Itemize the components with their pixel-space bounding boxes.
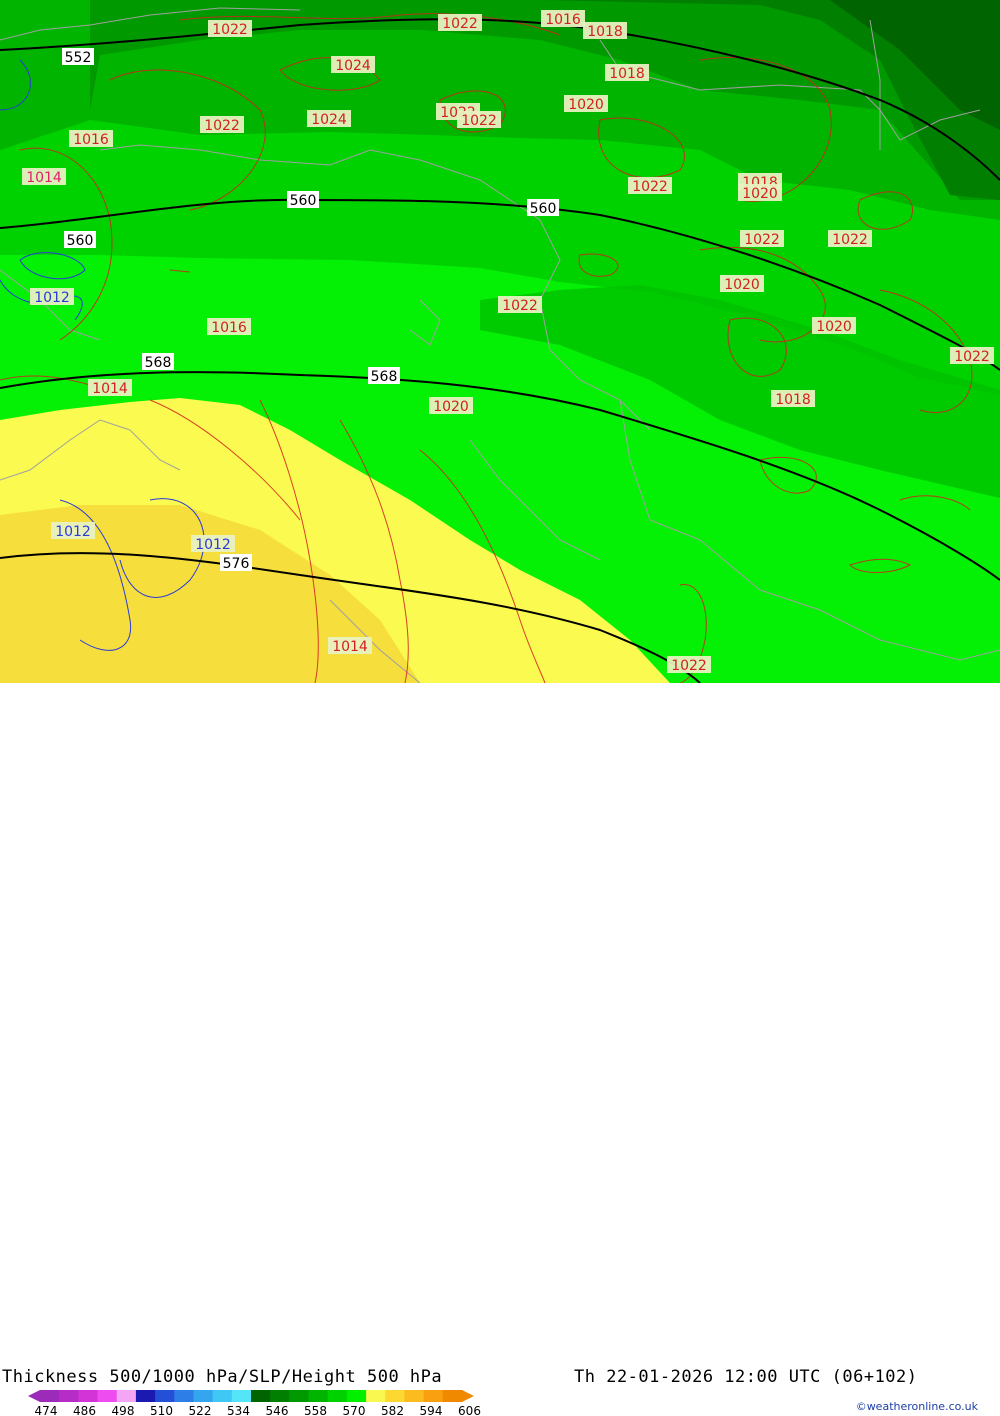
- scale-tick-label: 558: [304, 1404, 327, 1416]
- pressure-label: 1020: [724, 277, 760, 293]
- pressure-label: 1022: [502, 298, 538, 314]
- pressure-label: 1022: [671, 658, 707, 674]
- height-label: 560: [290, 193, 317, 209]
- scale-swatch: [289, 1390, 310, 1402]
- scale-tick-label: 594: [420, 1404, 443, 1416]
- pressure-label: 1018: [587, 24, 623, 40]
- pressure-label: 1014: [332, 639, 368, 655]
- pressure-label: 1020: [816, 319, 852, 335]
- credit-text: ©weatheronline.co.uk: [855, 1400, 978, 1413]
- pressure-label: 1020: [742, 186, 778, 202]
- pressure-label: 1016: [73, 132, 109, 148]
- pressure-label: 1018: [775, 392, 811, 408]
- pressure-label: 1022: [632, 179, 668, 195]
- scale-swatch: [308, 1390, 329, 1402]
- scale-swatch: [270, 1390, 290, 1402]
- pressure-label: 1022: [744, 232, 780, 248]
- scale-tick-label: 522: [189, 1404, 212, 1416]
- pressure-label: 1014: [26, 170, 62, 186]
- scale-swatch: [442, 1390, 463, 1402]
- height-label: 568: [371, 369, 398, 385]
- scale-tick-label: 474: [35, 1404, 58, 1416]
- scale-tick-label: 582: [381, 1404, 404, 1416]
- scale-swatch: [78, 1390, 99, 1402]
- scale-tick-label: 606: [458, 1404, 481, 1416]
- pressure-label: 1012: [34, 290, 70, 306]
- scale-tick-label: 486: [73, 1404, 96, 1416]
- map-footer: Thickness 500/1000 hPa/SLP/Height 500 hP…: [0, 683, 1000, 1416]
- pressure-label: 1022: [954, 349, 990, 365]
- pressure-label: 1022: [832, 232, 868, 248]
- pressure-label: 1020: [433, 399, 469, 415]
- pressure-label: 1012: [195, 537, 231, 553]
- scale-swatch: [116, 1390, 137, 1402]
- scale-swatch: [423, 1390, 444, 1402]
- pressure-label: 1018: [609, 66, 645, 82]
- scale-swatch: [366, 1390, 386, 1402]
- pressure-label: 1016: [211, 320, 247, 336]
- pressure-label: 1022: [461, 113, 497, 129]
- scale-swatch: [346, 1390, 367, 1402]
- scale-swatch: [59, 1390, 79, 1402]
- scale-swatch: [327, 1390, 348, 1402]
- height-label: 560: [67, 233, 94, 249]
- pressure-label: 1014: [92, 381, 128, 397]
- scale-tick-label: 510: [150, 1404, 173, 1416]
- scale-swatch: [404, 1390, 425, 1402]
- scale-swatch: [251, 1390, 271, 1402]
- scale-swatch: [40, 1390, 60, 1402]
- scale-tick-label: 498: [112, 1404, 135, 1416]
- scale-tick-label: 546: [266, 1404, 289, 1416]
- scale-arrow-right: [462, 1390, 474, 1402]
- scale-swatch: [135, 1390, 156, 1402]
- scale-swatch: [155, 1390, 175, 1402]
- scale-arrow-left: [28, 1390, 40, 1402]
- scale-swatch: [212, 1390, 233, 1402]
- height-label: 576: [223, 556, 250, 572]
- height-label: 568: [145, 355, 172, 371]
- pressure-label: 1022: [442, 16, 478, 32]
- scale-swatch: [174, 1390, 194, 1402]
- pressure-label: 1022: [212, 22, 248, 38]
- height-label: 560: [530, 201, 557, 217]
- pressure-label: 1016: [545, 12, 581, 28]
- pressure-label: 1012: [55, 524, 91, 540]
- scale-tick-label: 570: [343, 1404, 366, 1416]
- scale-swatch: [193, 1390, 214, 1402]
- scale-swatch: [385, 1390, 405, 1402]
- map-title: Thickness 500/1000 hPa/SLP/Height 500 hP…: [2, 1367, 443, 1387]
- weather-map: 552 560 560 560 568 568 576 1022 1022 1016…: [0, 0, 1000, 683]
- map-valid-time: Th 22-01-2026 12:00 UTC (06+102): [574, 1367, 918, 1387]
- pressure-label: 1022: [204, 118, 240, 134]
- color-scale: 474 486 498 510 522 534 546 558 570 582 594 606: [28, 1390, 481, 1416]
- scale-swatch: [231, 1390, 252, 1402]
- pressure-label: 1020: [568, 97, 604, 113]
- scale-tick-label: 534: [227, 1404, 250, 1416]
- height-label: 552: [65, 50, 92, 66]
- pressure-label: 1024: [335, 58, 371, 74]
- pressure-label: 1024: [311, 112, 347, 128]
- scale-swatch: [97, 1390, 118, 1402]
